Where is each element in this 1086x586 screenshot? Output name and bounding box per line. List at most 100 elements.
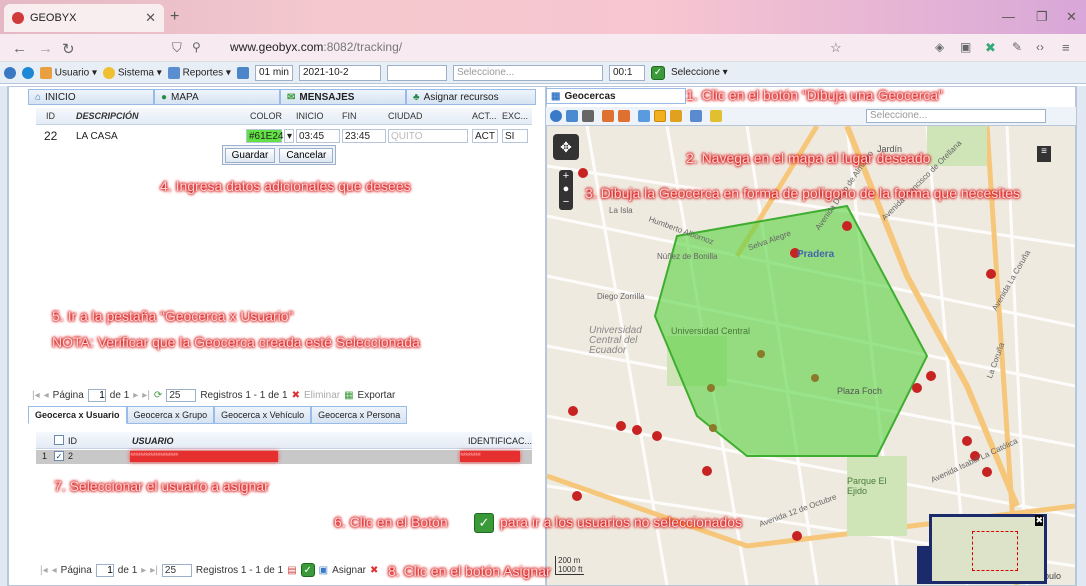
overview-map[interactable]: ✖ [929, 514, 1047, 584]
pocket-icon[interactable]: ◈ [935, 40, 944, 54]
back-icon[interactable]: ← [12, 40, 27, 57]
permissions-icon[interactable]: ⚲ [192, 40, 201, 54]
close-window-icon[interactable]: ✕ [1066, 9, 1077, 25]
col-act[interactable]: ACT... [472, 111, 497, 121]
date-field-2[interactable] [386, 64, 447, 81]
minimize-icon[interactable]: — [1002, 9, 1015, 24]
zoom-control[interactable]: + ● − [559, 170, 573, 210]
next-extent-icon[interactable] [618, 110, 630, 122]
bookmark-star-icon[interactable]: ☆ [830, 40, 842, 56]
eyedropper-icon[interactable]: ✎ [1012, 40, 1022, 54]
tab-geocerca-grupo[interactable]: Geocerca x Grupo [126, 406, 215, 424]
usuario-menu[interactable]: Usuario ▾ [40, 66, 97, 79]
browser-tab[interactable]: GEOBYX ✕ [4, 4, 164, 32]
col-usuario[interactable]: USUARIO [132, 436, 174, 446]
color-field[interactable]: #61E24 [246, 129, 283, 143]
tab-mensajes[interactable]: ✉ MENSAJES [280, 89, 406, 105]
user-row[interactable]: 1 ✓ 2 ******************* ******** [36, 450, 532, 464]
unselected-users-button[interactable]: ✓ [300, 563, 315, 577]
tab-mapa[interactable]: ● MAPA [154, 89, 280, 105]
restore-icon[interactable]: ❐ [1036, 9, 1048, 25]
draw-geofence-icon[interactable] [654, 110, 666, 122]
eliminar-button[interactable]: Eliminar [304, 390, 340, 401]
sistema-menu[interactable]: Sistema ▾ [103, 66, 162, 79]
tab-geocerca-persona[interactable]: Geocerca x Persona [311, 406, 408, 424]
remove-icon[interactable]: ✖ [370, 565, 378, 576]
page-size-select[interactable]: 25 [166, 388, 197, 402]
devtools-icon[interactable]: ‹› [1036, 40, 1044, 54]
layers-icon[interactable] [550, 110, 562, 122]
overview-close-icon[interactable]: ✖ [1035, 515, 1043, 526]
last-select[interactable]: Seleccione ▾ [671, 67, 728, 78]
next-page-icon[interactable]: ▸ [133, 390, 138, 401]
act-field[interactable]: ACT [472, 129, 498, 143]
power-icon[interactable] [22, 66, 34, 79]
col-user-id[interactable]: ID [68, 436, 77, 446]
extension-icon[interactable]: ▣ [960, 40, 971, 54]
bottom-page-size-select[interactable]: 25 [161, 563, 192, 577]
time-select[interactable]: 00:1 [608, 64, 645, 81]
map-layers-icon[interactable] [566, 110, 578, 122]
bottom-next-page-icon[interactable]: ▸ [141, 565, 146, 576]
exc-field[interactable]: SI [502, 129, 528, 143]
cancelar-button[interactable]: Cancelar [279, 147, 334, 163]
tab-geocerca-usuario[interactable]: Geocerca x Usuario [28, 406, 127, 424]
select-geofence-icon[interactable] [638, 110, 650, 122]
forward-icon[interactable]: → [38, 40, 53, 57]
bottom-page-input[interactable] [95, 563, 114, 577]
edit-icon[interactable] [670, 110, 682, 122]
select-all-checkbox[interactable] [54, 435, 64, 445]
tab-geocerca-vehiculo[interactable]: Geocerca x Vehículo [214, 406, 312, 424]
color-dropdown-icon[interactable]: ▾ [284, 129, 294, 143]
left-collapse-strip[interactable] [0, 86, 8, 586]
apply-check-icon[interactable]: ✓ [650, 65, 665, 80]
col-ciudad[interactable]: CIUDAD [388, 111, 423, 121]
url-bar[interactable]: www.geobyx.com:8082/tracking/ [230, 40, 402, 54]
tab-geocercas[interactable]: ▦ Geocercas [546, 88, 686, 104]
bottom-first-page-icon[interactable]: |◂ [40, 565, 48, 576]
guardar-button[interactable]: Guardar [224, 147, 276, 163]
close-tab-icon[interactable]: ✕ [145, 10, 156, 26]
fin-field[interactable]: 23:45 [342, 129, 386, 143]
first-page-icon[interactable]: |◂ [32, 390, 40, 401]
refresh-icon[interactable]: ⟳ [154, 390, 162, 401]
reload-icon[interactable]: ↻ [62, 40, 75, 58]
col-identificacion[interactable]: IDENTIFICAC... [468, 436, 532, 446]
tab-asignar-recursos[interactable]: ♣ Asignar recursos [406, 89, 536, 105]
tab-inicio[interactable]: ⌂ INICIO [28, 89, 154, 105]
asignar-button[interactable]: Asignar [332, 565, 366, 576]
prev-extent-icon[interactable] [602, 110, 614, 122]
menu-icon[interactable]: ≡ [1062, 40, 1070, 55]
interval-select[interactable]: 01 min [254, 64, 293, 81]
vehicle-select[interactable]: Seleccione... [452, 64, 603, 81]
geocerca-search-select[interactable]: Seleccione... [866, 109, 1046, 123]
pan-control[interactable]: ✥ [553, 134, 579, 160]
col-inicio[interactable]: INICIO [296, 111, 324, 121]
exportar-button[interactable]: Exportar [358, 390, 396, 401]
prev-page-icon[interactable]: ◂ [44, 390, 49, 401]
chat-icon[interactable] [4, 66, 16, 79]
measure-icon[interactable] [710, 110, 722, 122]
bottom-last-page-icon[interactable]: ▸| [150, 565, 158, 576]
date-field[interactable]: 2021-10-2 [298, 64, 381, 81]
col-descripcion[interactable]: DESCRIPCIÓN [76, 111, 139, 121]
col-exc[interactable]: EXC... [502, 111, 528, 121]
page-input[interactable] [87, 388, 106, 402]
col-id[interactable]: ID [46, 111, 55, 121]
layer-switcher-icon[interactable]: ≡ [1037, 146, 1051, 162]
col-color[interactable]: COLOR [250, 111, 282, 121]
bottom-prev-page-icon[interactable]: ◂ [52, 565, 57, 576]
print-icon[interactable] [690, 110, 702, 122]
ciudad-field[interactable]: QUITO [388, 129, 468, 143]
user-row-checkbox[interactable]: ✓ [54, 451, 64, 461]
extension-x-icon[interactable]: ✖ [985, 40, 996, 56]
right-collapse-strip[interactable] [1076, 86, 1086, 586]
new-tab-icon[interactable]: + [170, 8, 179, 26]
reportes-menu[interactable]: Reportes ▾ [167, 66, 231, 79]
row-descripcion[interactable]: LA CASA [76, 131, 118, 142]
last-page-icon[interactable]: ▸| [142, 390, 150, 401]
calendar-icon[interactable]: ▤ [287, 565, 296, 576]
pan-icon[interactable] [582, 110, 594, 122]
inicio-field[interactable]: 03:45 [296, 129, 340, 143]
col-fin[interactable]: FIN [342, 111, 357, 121]
